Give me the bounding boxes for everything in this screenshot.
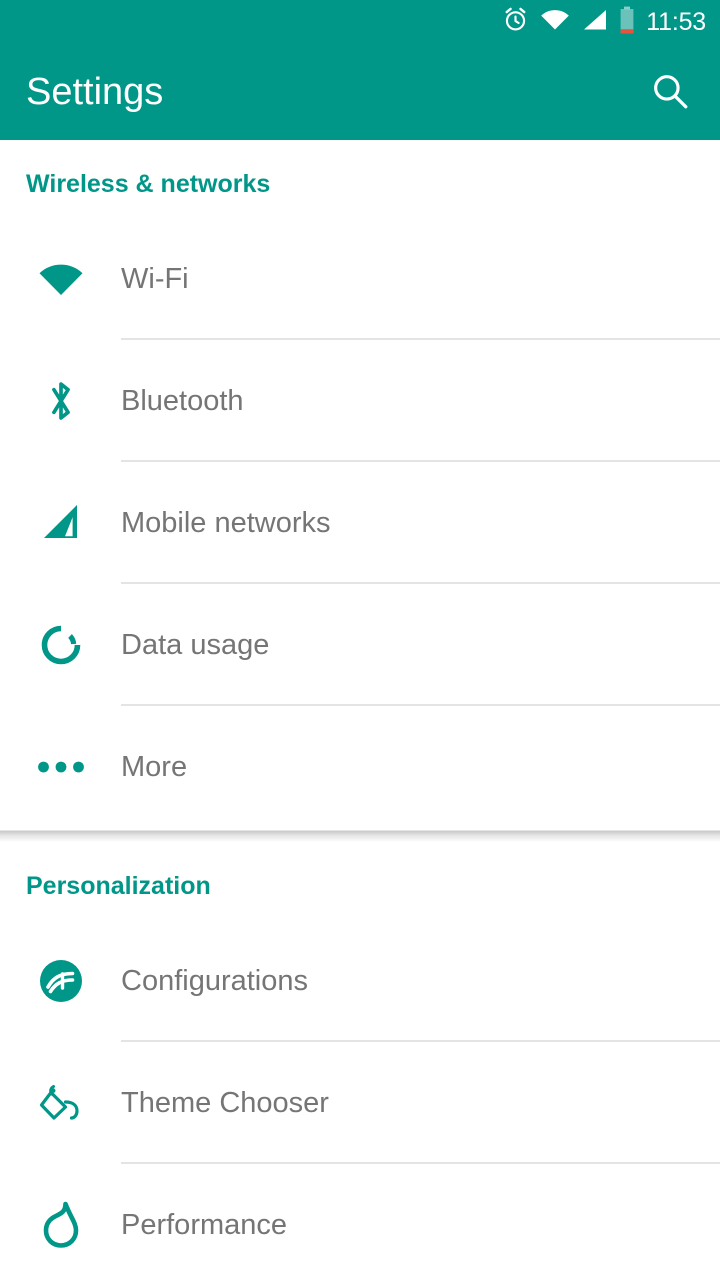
settings-list[interactable]: Wireless & networks Wi-Fi Bluetooth Mobi…	[0, 140, 720, 1280]
configurations-icon	[0, 958, 121, 1004]
settings-row-more[interactable]: More	[0, 706, 720, 828]
signal-bars-icon	[0, 502, 121, 544]
wifi-signal-icon	[540, 8, 570, 37]
section-separator	[0, 828, 720, 842]
alarm-icon	[502, 6, 529, 38]
settings-row-label: Performance	[121, 1208, 288, 1241]
settings-row-wifi[interactable]: Wi-Fi	[0, 218, 720, 340]
flame-icon	[0, 1201, 121, 1249]
settings-row-theme-chooser[interactable]: Theme Chooser	[0, 1042, 720, 1164]
search-button[interactable]	[642, 64, 698, 120]
section-wireless-networks: Wireless & networks Wi-Fi Bluetooth Mobi…	[0, 140, 720, 828]
wifi-icon	[0, 260, 121, 298]
more-dots-icon	[0, 760, 121, 774]
settings-screen: 11:53 Settings Wireless & networks Wi-Fi…	[0, 0, 720, 1280]
section-header-wireless-networks: Wireless & networks	[26, 170, 271, 198]
search-icon	[649, 70, 691, 115]
settings-row-performance[interactable]: Performance	[0, 1164, 720, 1280]
app-toolbar: Settings	[0, 44, 720, 140]
page-title: Settings	[26, 71, 164, 113]
section-personalization: Personalization Configurations Theme Cho…	[0, 842, 720, 1280]
settings-row-label: Theme Chooser	[121, 1086, 329, 1119]
settings-row-label: Bluetooth	[121, 384, 244, 417]
cellular-signal-icon	[581, 8, 608, 37]
paint-bucket-icon	[0, 1080, 121, 1126]
settings-row-label: Mobile networks	[121, 506, 331, 539]
settings-row-label: More	[121, 750, 188, 783]
toolbar-actions	[642, 64, 698, 120]
battery-icon	[619, 6, 635, 39]
settings-row-bluetooth[interactable]: Bluetooth	[0, 340, 720, 462]
status-bar: 11:53	[0, 0, 720, 44]
settings-row-configurations[interactable]: Configurations	[0, 920, 720, 1042]
data-usage-ring-icon	[0, 623, 121, 667]
bluetooth-icon	[0, 377, 121, 425]
section-header-personalization: Personalization	[26, 872, 211, 900]
settings-row-mobile-networks[interactable]: Mobile networks	[0, 462, 720, 584]
settings-row-label: Wi-Fi	[121, 262, 189, 295]
status-icon-group	[502, 6, 635, 39]
settings-row-label: Configurations	[121, 964, 308, 997]
settings-row-label: Data usage	[121, 628, 270, 661]
settings-row-data-usage[interactable]: Data usage	[0, 584, 720, 706]
status-time: 11:53	[646, 7, 706, 36]
